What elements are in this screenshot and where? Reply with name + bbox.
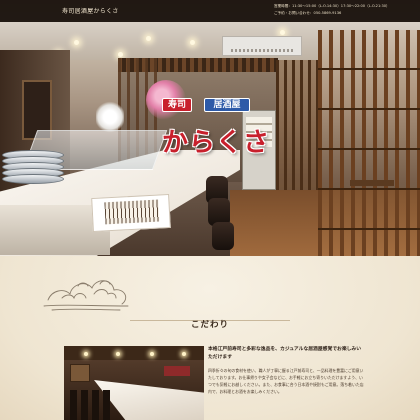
sushi-badge: 寿司: [162, 98, 192, 112]
table: [350, 180, 394, 186]
menu-card: [91, 193, 171, 233]
section-lead: 本格江戸前寿司と多彩な逸品を、カジュアルな居酒屋感覚でお楽しみいただけます: [208, 347, 362, 360]
plate-stack: [2, 150, 64, 190]
shelves: [276, 60, 318, 190]
section-text: 本格江戸前寿司と多彩な逸品を、カジュアルな居酒屋感覚でお楽しみいただけます 四季…: [208, 346, 364, 396]
business-hours: 営業時間：11:30～15:00（L.O.14:30）17:30～22:00（L…: [274, 4, 390, 8]
section-body: 四季折々の旬の食材を使い、職人が丁寧に握る江戸前寿司と、一品料理を豊富にご用意い…: [208, 367, 364, 395]
bamboo-screen: [318, 30, 420, 256]
main-content: こだわり 本格江戸前寿司と多彩な逸品を、カジュアルな居酒屋感覚でお楽しみいただけ…: [0, 256, 420, 420]
orchid-flowers: [96, 100, 124, 134]
section-title: こだわり: [190, 320, 229, 330]
stool: [212, 222, 234, 250]
ceiling-light: [146, 36, 151, 41]
top-bar: 寿司居酒屋からくさ 営業時間：11:30～15:00（L.O.14:30）17:…: [0, 0, 420, 22]
air-conditioner: [222, 36, 302, 56]
izakaya-badge: 居酒屋: [204, 98, 250, 112]
cloud-ornament-icon: [43, 280, 129, 311]
shop-logo: 寿司 居酒屋 からくさ: [162, 94, 274, 164]
hero-image: 寿司 居酒屋 からくさ: [0, 0, 420, 256]
hours-info: 営業時間：11:30～15:00（L.O.14:30）17:30～22:00（L…: [274, 3, 418, 17]
ceiling-light: [118, 52, 123, 57]
reservation-phone[interactable]: ご予約・お問い合わせ：050-5869-9136: [274, 10, 418, 17]
ceiling-light: [190, 40, 195, 45]
restaurant-interior-photo: [64, 346, 204, 420]
ceiling-light: [280, 30, 285, 35]
shop-name: からくさ: [162, 128, 271, 158]
site-title-link[interactable]: 寿司居酒屋からくさ: [62, 6, 119, 15]
ceiling-light: [74, 40, 79, 45]
